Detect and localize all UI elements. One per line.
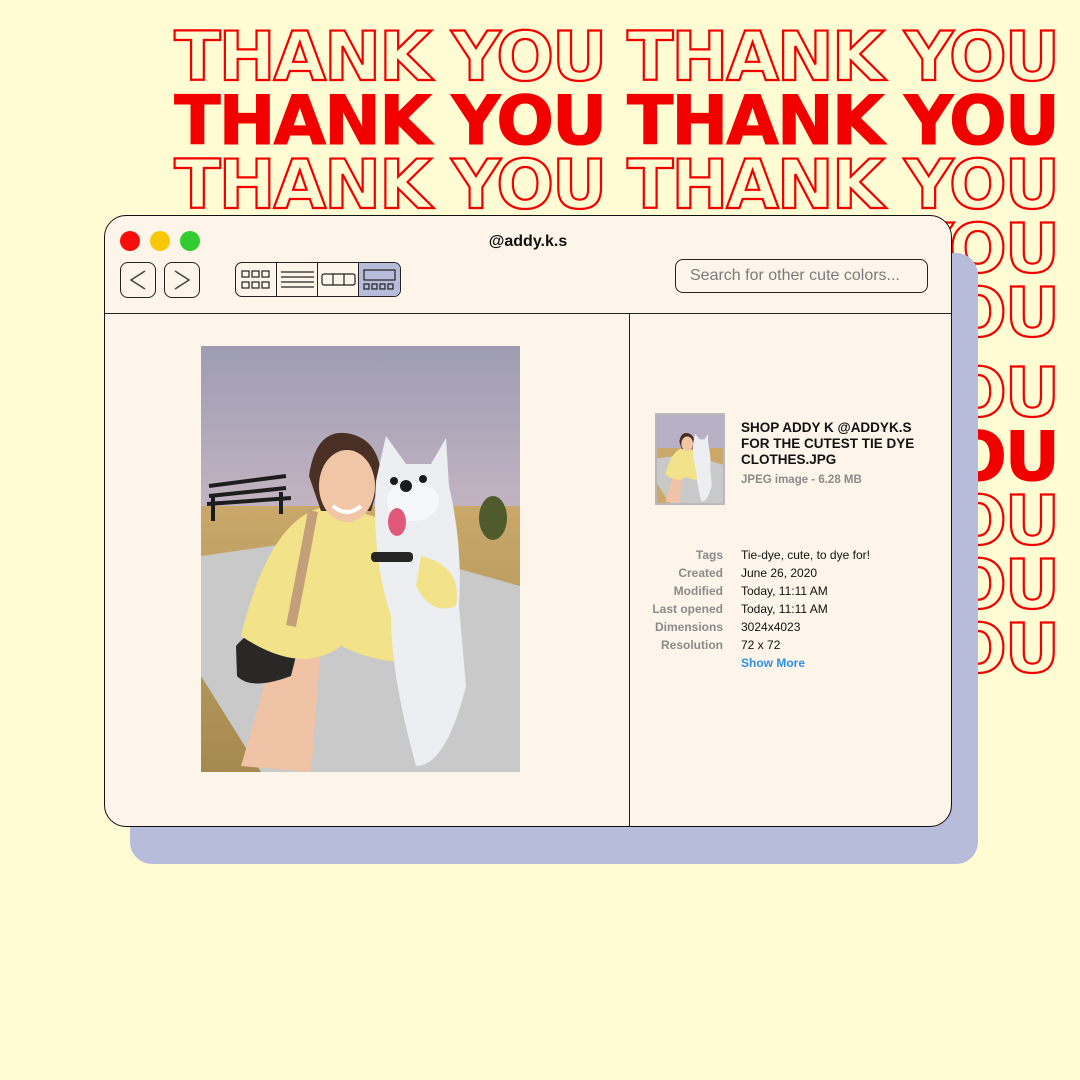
finder-window: @addy.k.s Search for other cute colors..… [104,215,952,827]
thumbnail-illustration [657,415,723,503]
metadata-value: 72 x 72 [741,638,781,652]
list-view-button[interactable] [277,263,318,296]
metadata-label: Last opened [652,602,723,616]
icon-view-button[interactable] [236,263,277,296]
column-view-button[interactable] [318,263,359,296]
toolbar-divider [105,313,951,314]
metadata-value: Today, 11:11 AM [741,602,828,616]
metadata-label: Resolution [661,638,723,652]
metadata-value: June 26, 2020 [741,566,818,580]
columns-icon [321,273,356,286]
metadata-list: Tags Tie-dye, cute, to dye for! Created … [625,546,945,654]
metadata-row: Modified Today, 11:11 AM [625,582,945,600]
photo-illustration [201,346,520,772]
search-input[interactable] [675,259,928,293]
chevron-left-icon [129,270,146,290]
metadata-label: Dimensions [654,620,723,634]
view-mode-group [235,262,401,297]
forward-button[interactable] [164,262,200,298]
metadata-label: Tags [695,548,723,562]
gallery-icon [363,269,396,290]
metadata-row: Created June 26, 2020 [625,564,945,582]
file-name: SHOP ADDY K @ADDYK.S FOR THE CUTEST TIE … [741,420,915,467]
show-more-link[interactable]: Show More [741,656,805,670]
gallery-view-button[interactable] [359,263,400,296]
file-thumbnail [655,413,725,505]
metadata-label: Created [678,566,723,580]
metadata-label: Modified [673,584,723,598]
grid-icon [241,270,270,289]
metadata-value: 3024x4023 [741,620,801,634]
metadata-row: Last opened Today, 11:11 AM [625,600,945,618]
metadata-value: Tie-dye, cute, to dye for! [741,548,870,562]
metadata-row: Dimensions 3024x4023 [625,618,945,636]
metadata-row: Resolution 72 x 72 [625,636,945,654]
chevron-right-icon [174,270,191,290]
back-button[interactable] [120,262,156,298]
metadata-row: Tags Tie-dye, cute, to dye for! [625,546,945,564]
photo-preview [201,346,520,772]
file-kind-size: JPEG image - 6.28 MB [741,474,862,486]
metadata-value: Today, 11:11 AM [741,584,828,598]
list-icon [281,271,314,288]
window-title: @addy.k.s [488,233,568,250]
